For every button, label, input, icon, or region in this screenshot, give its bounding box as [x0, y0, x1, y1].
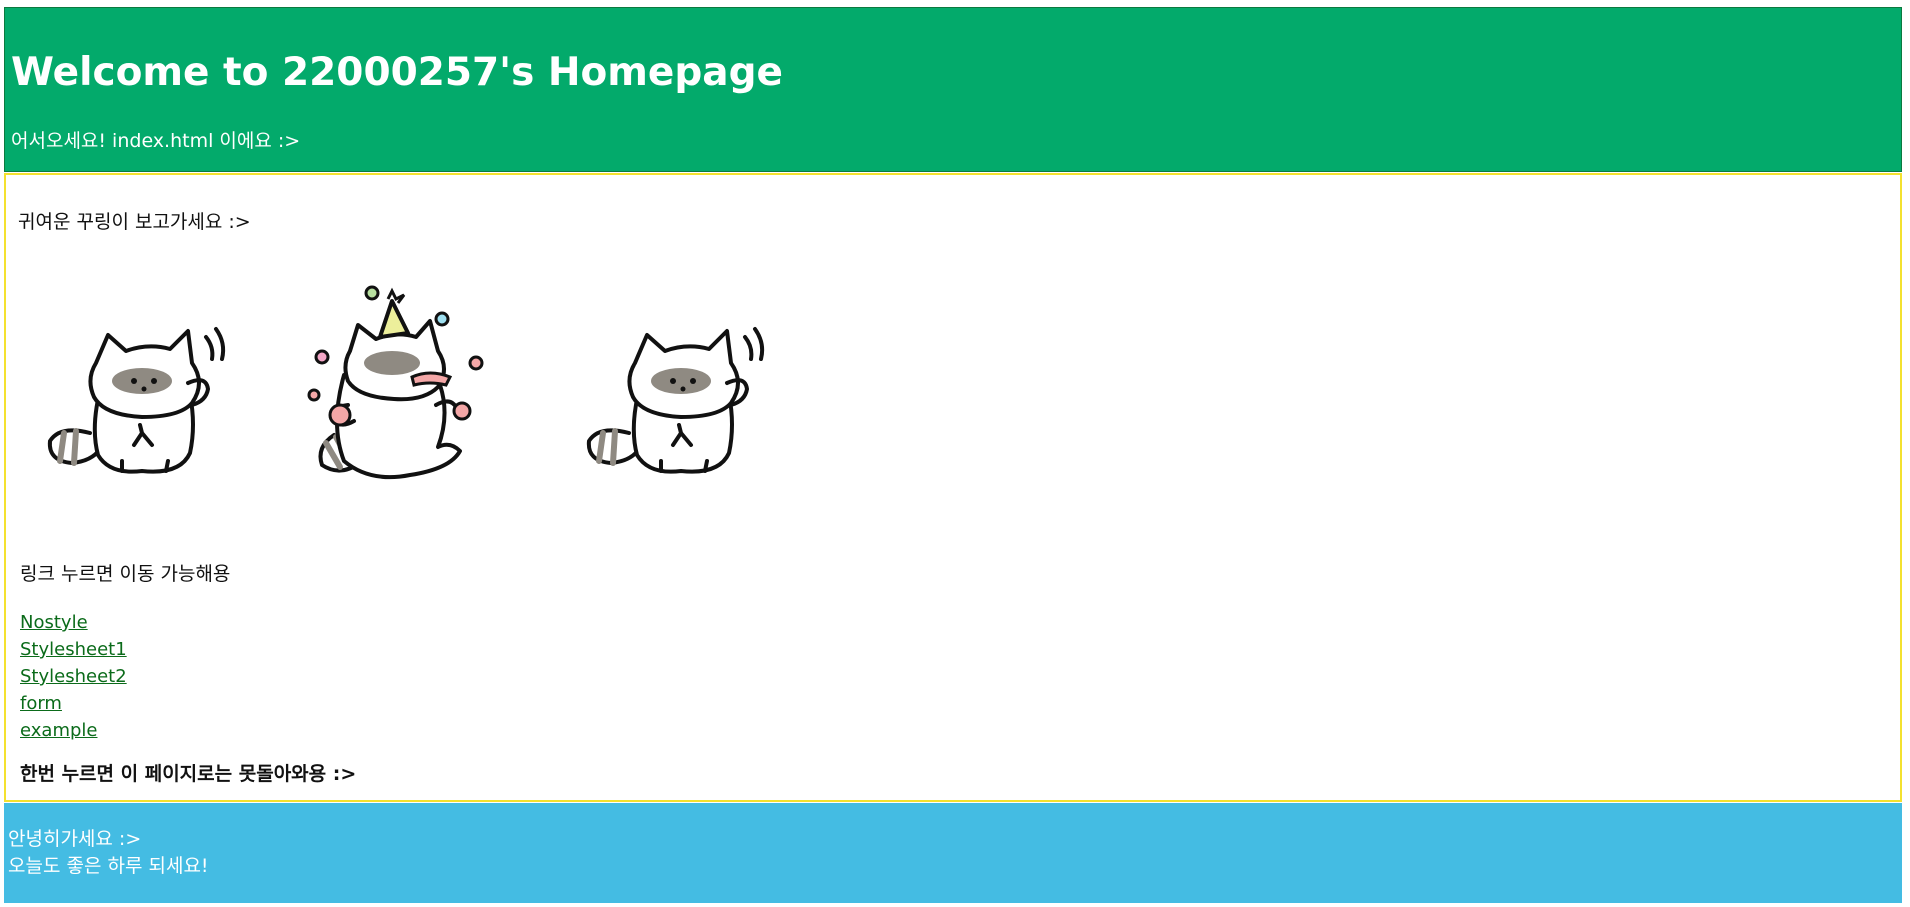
link-nostyle[interactable]: Nostyle: [20, 612, 88, 633]
link-example[interactable]: example: [20, 720, 97, 741]
links-caption: 링크 누르면 이동 가능해용: [20, 563, 231, 585]
raccoon-waving-icon: [47, 327, 226, 474]
nav-link-item: Nostyle: [20, 609, 127, 636]
footer-farewell: 안녕히가세요 :>: [8, 828, 142, 850]
raccoon-waving-icon: [586, 327, 765, 474]
intro-text: 귀여운 꾸링이 보고가세요 :>: [18, 211, 251, 233]
raccoon-party-icon: [307, 285, 484, 480]
page-header: Welcome to 22000257's Homepage 어서오세요! in…: [4, 7, 1902, 172]
link-form[interactable]: form: [20, 693, 62, 714]
main-content: 귀여운 꾸링이 보고가세요 :> 링크 누르면 이동 가능해용 Nostyle …: [4, 173, 1902, 802]
warning-text: 한번 누르면 이 페이지로는 못돌아와용 :>: [20, 763, 357, 785]
nav-link-item: form: [20, 690, 127, 717]
page-title: Welcome to 22000257's Homepage: [11, 50, 783, 95]
page-footer: 안녕히가세요 :> 오늘도 좋은 하루 되세요!: [4, 803, 1902, 903]
link-stylesheet2[interactable]: Stylesheet2: [20, 666, 127, 687]
footer-greeting: 오늘도 좋은 하루 되세요!: [8, 855, 209, 877]
nav-link-item: Stylesheet2: [20, 663, 127, 690]
nav-link-list: Nostyle Stylesheet1 Stylesheet2 form exa…: [20, 609, 127, 744]
page-subtitle: 어서오세요! index.html 이에요 :>: [11, 130, 301, 152]
link-stylesheet1[interactable]: Stylesheet1: [20, 639, 127, 660]
nav-link-item: Stylesheet1: [20, 636, 127, 663]
nav-link-item: example: [20, 717, 127, 744]
